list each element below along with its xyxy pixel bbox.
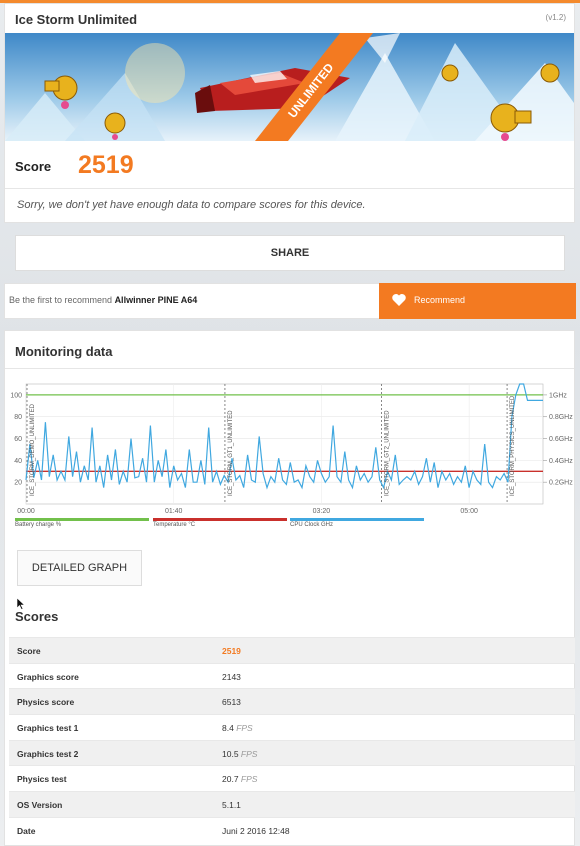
- recommend-bar: Be the first to recommend Allwinner PINE…: [4, 283, 576, 319]
- score-row-key: Graphics score: [17, 671, 79, 682]
- legend-label: CPU Clock GHz: [290, 522, 334, 528]
- recommend-button-label: Recommend: [414, 295, 466, 305]
- phase-label: ICE_STORM_PHYSICS_UNLIMITED: [510, 395, 516, 496]
- comparison-unavailable-message: Sorry, we don't yet have enough data to …: [17, 199, 366, 211]
- score-row-key: Graphics test 2: [17, 748, 79, 759]
- y-tick-label-right: 0.8GHz: [549, 414, 573, 421]
- score-row-value: 6513: [222, 697, 241, 708]
- legend-swatch: [15, 518, 149, 521]
- legend-item: CPU Clock GHz: [290, 518, 424, 528]
- legend-item: Battery charge %: [15, 518, 149, 528]
- recommend-prefix: Be the first to recommend: [9, 295, 113, 305]
- y-tick-label-left: 40: [14, 458, 22, 465]
- monitoring-title: Monitoring data: [15, 344, 113, 359]
- phase-label: ICE_STORM_DEMO_UNLIMITED: [30, 403, 36, 496]
- score-row-value: 10.5 FPS: [222, 748, 258, 759]
- y-tick-label-right: 0.4GHz: [549, 458, 573, 465]
- score-row: Graphics test 1 8.4 FPS: [9, 714, 575, 740]
- monitoring-card: Monitoring data 100 80 60 40 20 1GHz 0.8GHz 0.6…: [4, 330, 575, 846]
- result-header-card: Ice Storm Unlimited (v1.2) UNLIMITED Sco…: [4, 3, 575, 223]
- x-tick-label: 05:00: [460, 508, 478, 515]
- score-row-value: 5.1.1: [222, 800, 241, 811]
- score-row-key: Date: [17, 825, 36, 836]
- scores-table: Score 2519 Graphics score 2143 Physics score…: [9, 637, 575, 843]
- score-row: Physics score 6513: [9, 688, 575, 715]
- heart-icon: [392, 294, 406, 306]
- benchmark-title: Ice Storm Unlimited: [15, 12, 138, 27]
- y-tick-label-right: 1GHz: [549, 392, 567, 399]
- legend-item: Temperature °C: [153, 518, 287, 528]
- score-row-unit: FPS: [238, 748, 258, 759]
- score-row-key: OS Version: [17, 800, 63, 811]
- x-tick-label: 03:20: [313, 508, 331, 515]
- x-tick-label: 00:00: [17, 508, 35, 515]
- score-row: Physics test 20.7 FPS: [9, 765, 575, 791]
- y-tick-label-right: 0.6GHz: [549, 436, 573, 443]
- score-label: Score: [15, 159, 52, 174]
- detailed-graph-button[interactable]: DETAILED GRAPH: [17, 550, 142, 586]
- y-tick-label-right: 0.2GHz: [549, 480, 573, 487]
- scores-title: Scores: [15, 609, 59, 624]
- benchmark-banner-image: UNLIMITED: [5, 33, 574, 141]
- score-row: Graphics test 2 10.5 FPS: [9, 739, 575, 766]
- score-row: Score 2519: [9, 637, 575, 663]
- y-tick-label-left: 20: [14, 480, 22, 487]
- score-row-value: 2143: [222, 671, 241, 682]
- device-name: Allwinner PINE A64: [114, 295, 198, 305]
- legend-swatch: [290, 518, 424, 521]
- score-row-value: 8.4 FPS: [222, 723, 253, 734]
- score-row: OS Version 5.1.1: [9, 791, 575, 817]
- score-row-unit: FPS: [233, 723, 253, 734]
- recommend-button[interactable]: Recommend: [379, 283, 576, 319]
- phase-label: ICE_STORM_GT2_UNLIMITED: [385, 410, 391, 496]
- score-row-value: Juni 2 2016 12:48: [222, 825, 290, 836]
- score-row: Date Juni 2 2016 12:48: [9, 816, 575, 843]
- version-label: (v1.2): [545, 13, 566, 22]
- legend-swatch: [153, 518, 287, 521]
- monitoring-chart: 100 80 60 40 20 1GHz 0.8GHz 0.6GHz 0.4GHz 0.2GHz 0…: [10, 383, 573, 515]
- score-row-value: 2519: [222, 646, 241, 656]
- y-tick-label-left: 60: [14, 436, 22, 443]
- score-row-value: 20.7 FPS: [222, 774, 258, 785]
- score-row-key: Physics test: [17, 774, 67, 785]
- share-button[interactable]: SHARE: [15, 235, 565, 271]
- x-tick-label: 01:40: [165, 508, 183, 515]
- recommend-text: Be the first to recommend Allwinner PINE…: [9, 295, 197, 305]
- phase-label: ICE_STORM_GT1_UNLIMITED: [228, 410, 234, 496]
- score-row-unit: FPS: [238, 774, 258, 785]
- score-row-key: Physics score: [17, 697, 75, 708]
- y-tick-label-left: 80: [14, 414, 22, 421]
- mouse-cursor-icon: [17, 598, 25, 610]
- legend-label: Battery charge %: [15, 522, 62, 528]
- divider: [5, 368, 574, 369]
- overall-score-row: Score 2519: [5, 141, 574, 189]
- legend-label: Temperature °C: [153, 522, 196, 528]
- score-row: Graphics score 2143: [9, 662, 575, 689]
- score-row-key: Score: [17, 646, 41, 656]
- score-value: 2519: [78, 151, 134, 179]
- y-tick-label-left: 100: [10, 392, 22, 399]
- score-row-key: Graphics test 1: [17, 723, 79, 734]
